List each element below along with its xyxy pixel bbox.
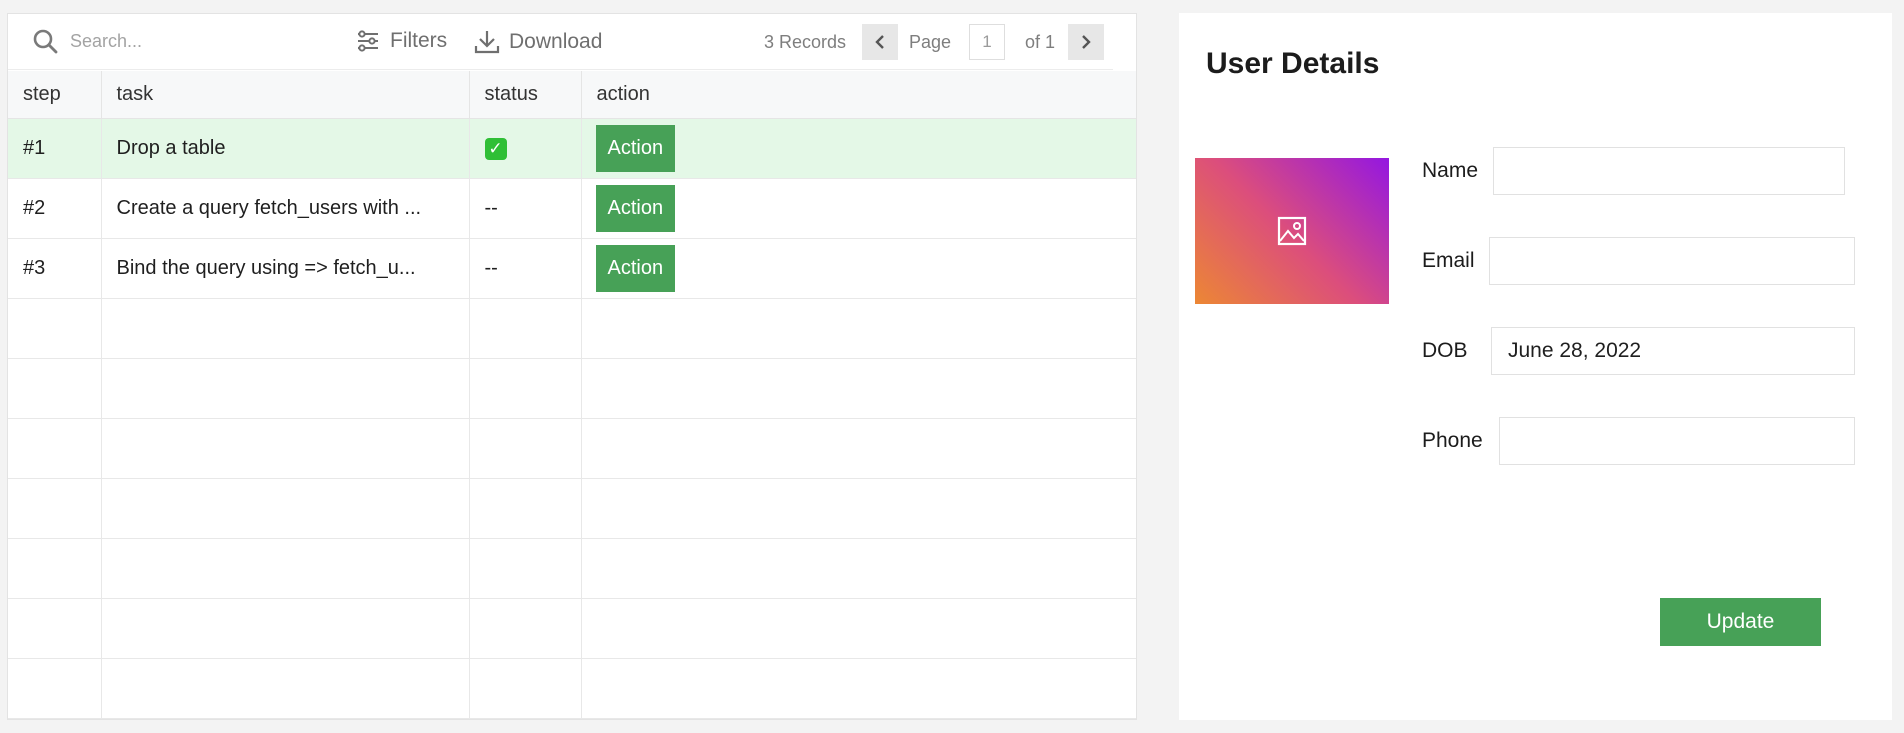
download-icon bbox=[474, 31, 500, 54]
previous-page-button[interactable] bbox=[862, 24, 898, 60]
cell-action: Action bbox=[581, 118, 1136, 179]
action-button[interactable]: Action bbox=[595, 244, 676, 292]
empty-row bbox=[8, 538, 1136, 599]
table-row[interactable]: #3 Bind the query using => fetch_u... --… bbox=[8, 238, 1136, 299]
action-button[interactable]: Action bbox=[595, 184, 676, 232]
cell-step: #1 bbox=[8, 118, 102, 179]
chevron-right-icon bbox=[1082, 35, 1091, 49]
cell-status: -- bbox=[469, 178, 582, 239]
user-details-form: User Details Name Email DOB Phone Update bbox=[1179, 13, 1892, 720]
cell-task: Bind the query using => fetch_u... bbox=[101, 238, 470, 299]
page-label: Page bbox=[909, 32, 952, 52]
check-icon: ✓ bbox=[484, 137, 507, 160]
action-button[interactable]: Action bbox=[595, 124, 676, 172]
cell-task: Drop a table bbox=[101, 118, 470, 179]
table-toolbar: Filters Download 3 Records Page 1 of 1 bbox=[8, 14, 1113, 70]
table-search[interactable] bbox=[32, 28, 272, 54]
download-label: Download bbox=[509, 30, 603, 53]
cell-status: ✓ bbox=[469, 118, 582, 179]
dob-label: DOB bbox=[1422, 339, 1468, 362]
table-widget: Filters Download 3 Records Page 1 of 1 bbox=[7, 13, 1137, 720]
name-label: Name bbox=[1422, 159, 1479, 182]
cell-status: -- bbox=[469, 238, 582, 299]
column-header-action[interactable]: action bbox=[581, 71, 1136, 119]
filters-icon bbox=[358, 30, 378, 52]
data-table: step task status action #1 Drop a table … bbox=[8, 71, 1136, 719]
avatar-image bbox=[1195, 158, 1389, 304]
cell-action: Action bbox=[581, 238, 1136, 299]
dob-datepicker[interactable] bbox=[1491, 327, 1855, 375]
column-header-task[interactable]: task bbox=[101, 71, 470, 119]
table-header-row: step task status action bbox=[8, 71, 1136, 119]
cell-step: #3 bbox=[8, 238, 102, 299]
next-page-button[interactable] bbox=[1068, 24, 1104, 60]
column-header-status[interactable]: status bbox=[469, 71, 582, 119]
filters-button[interactable]: Filters bbox=[355, 29, 447, 53]
column-header-step[interactable]: step bbox=[8, 71, 102, 119]
email-label: Email bbox=[1422, 249, 1475, 272]
table-row[interactable]: #2 Create a query fetch_users with ... -… bbox=[8, 178, 1136, 239]
page-number-input[interactable]: 1 bbox=[969, 24, 1005, 60]
phone-field[interactable] bbox=[1499, 417, 1855, 465]
form-title: User Details bbox=[1206, 47, 1380, 80]
empty-row bbox=[8, 298, 1136, 359]
empty-row bbox=[8, 478, 1136, 539]
phone-label: Phone bbox=[1422, 429, 1483, 452]
update-button[interactable]: Update bbox=[1660, 598, 1821, 646]
image-placeholder-icon bbox=[1277, 216, 1307, 246]
table-row[interactable]: #1 Drop a table ✓ Action bbox=[8, 118, 1136, 179]
chevron-left-icon bbox=[875, 35, 884, 49]
cell-task: Create a query fetch_users with ... bbox=[101, 178, 470, 239]
page-total: of 1 bbox=[1025, 32, 1056, 52]
empty-row bbox=[8, 418, 1136, 479]
email-field[interactable] bbox=[1489, 237, 1855, 285]
search-input[interactable] bbox=[68, 29, 272, 53]
empty-row bbox=[8, 658, 1136, 719]
filters-label: Filters bbox=[390, 29, 448, 52]
search-icon bbox=[33, 29, 58, 54]
empty-row bbox=[8, 358, 1136, 419]
download-button[interactable]: Download bbox=[474, 29, 602, 55]
empty-row bbox=[8, 598, 1136, 659]
cell-step: #2 bbox=[8, 178, 102, 239]
cell-action: Action bbox=[581, 178, 1136, 239]
name-field[interactable] bbox=[1493, 147, 1845, 195]
records-count: 3 Records bbox=[764, 32, 847, 52]
